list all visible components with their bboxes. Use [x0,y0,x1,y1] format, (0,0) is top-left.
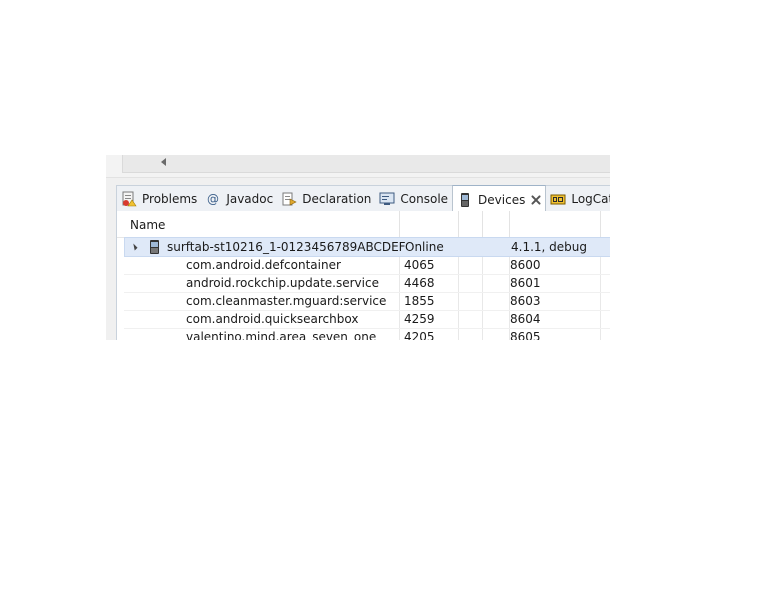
process-name: com.cleanmaster.mguard:service [186,294,387,308]
column-separator[interactable] [600,211,601,237]
device-state: Online [405,240,444,254]
process-row[interactable]: valentino.mind.area_seven_one 4205 8605 [124,328,610,340]
process-port: 8603 [510,294,541,308]
scroll-left-icon[interactable] [161,158,166,166]
tab-label: Problems [142,192,198,206]
device-icon [457,192,473,208]
eclipse-panel-crop: Problems @ Javadoc Declaration Console D… [106,155,610,340]
process-pid: 4205 [404,330,435,340]
process-pid: 4259 [404,312,435,326]
device-icon [149,239,161,255]
horizontal-scrollbar[interactable] [122,155,610,173]
process-pid: 4468 [404,276,435,290]
process-port: 8601 [510,276,541,290]
close-icon[interactable] [531,195,541,205]
expand-triangle-icon[interactable] [130,243,138,251]
view-tab-bar: Problems @ Javadoc Declaration Console D… [116,185,610,213]
logcat-icon [550,191,566,207]
tab-devices[interactable]: Devices [452,185,547,213]
device-row[interactable]: surftab-st10216_1-0123456789ABCDEF Onlin… [124,237,610,257]
process-name: com.android.quicksearchbox [186,312,359,326]
process-pid: 1855 [404,294,435,308]
device-build: 4.1.1, debug [511,240,588,254]
tab-javadoc[interactable]: @ Javadoc [201,186,277,212]
tab-logcat[interactable]: LogCat [546,186,610,212]
tab-label: Declaration [302,192,372,206]
process-row[interactable]: com.cleanmaster.mguard:service 1855 8603 [124,292,610,311]
tab-label: Javadoc [226,192,274,206]
process-row[interactable]: com.android.defcontainer 4065 8600 [124,256,610,275]
editor-bottom-area [106,155,610,178]
svg-text:@: @ [207,192,219,206]
tab-declaration[interactable]: Declaration [277,186,375,212]
tab-label: Devices [478,192,526,207]
process-port: 8605 [510,330,541,340]
column-separator[interactable] [458,211,459,237]
at-icon: @ [205,191,221,207]
tab-label: LogCat [571,192,610,206]
device-name: surftab-st10216_1-0123456789ABCDEF [167,240,406,254]
problems-icon [121,191,137,207]
process-row[interactable]: com.android.quicksearchbox 4259 8604 [124,310,610,329]
process-row[interactable]: android.rockchip.update.service 4468 860… [124,274,610,293]
process-pid: 4065 [404,258,435,272]
column-separator[interactable] [509,211,510,237]
tab-problems[interactable]: Problems [117,186,201,212]
tab-console[interactable]: Console [375,186,452,212]
declaration-icon [281,191,297,207]
devices-view: Name surftab-st10216_1-0123456789ABCDEF … [116,211,610,340]
process-port: 8600 [510,258,541,272]
process-name: com.android.defcontainer [186,258,341,272]
process-port: 8604 [510,312,541,326]
process-name: valentino.mind.area_seven_one [186,330,377,340]
column-separator[interactable] [399,211,400,237]
console-icon [379,191,395,207]
column-separator[interactable] [482,211,483,237]
tab-label: Console [400,192,449,206]
column-header-name[interactable]: Name [130,218,165,232]
process-name: android.rockchip.update.service [186,276,379,290]
table-header: Name [117,211,610,238]
